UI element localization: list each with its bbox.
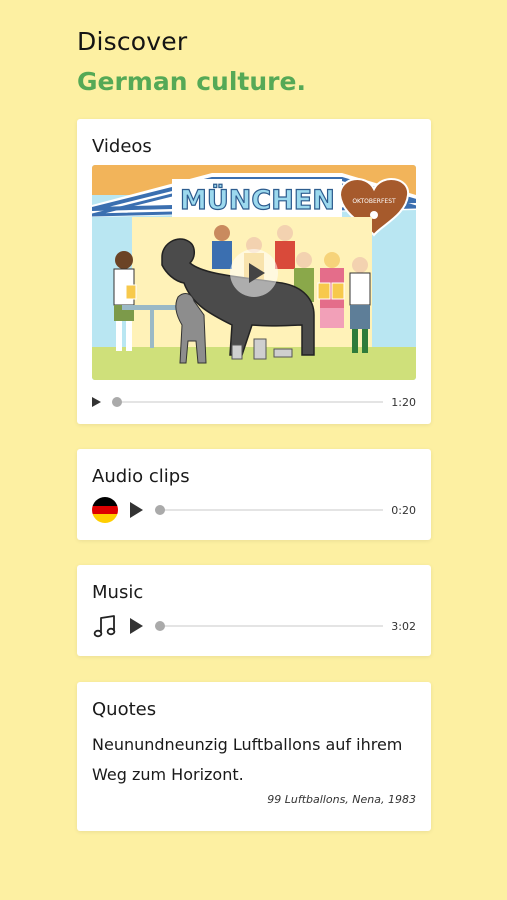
videos-card: Videos MÜNCHEN OKTOBERFEST 1:20 xyxy=(77,119,431,424)
page-header: Discover German culture. xyxy=(77,26,306,98)
videos-title: Videos xyxy=(92,136,152,157)
music-title: Music xyxy=(92,582,144,603)
heart-label: OKTOBERFEST xyxy=(352,198,396,205)
video-thumbnail[interactable]: MÜNCHEN OKTOBERFEST xyxy=(92,165,416,380)
music-player-controls: 3:02 xyxy=(92,611,416,641)
audio-progress-knob[interactable] xyxy=(155,505,165,515)
video-play-overlay-button[interactable] xyxy=(230,249,278,297)
play-icon[interactable] xyxy=(130,618,143,634)
play-icon[interactable] xyxy=(130,502,143,518)
video-progress-track[interactable] xyxy=(112,397,384,407)
page-title: Discover xyxy=(77,27,188,56)
play-icon[interactable] xyxy=(92,397,101,407)
quote-source: 99 Luftballons, Nena, 1983 xyxy=(267,793,416,806)
germany-flag-icon xyxy=(92,497,118,523)
quotes-title: Quotes xyxy=(92,699,157,720)
munich-sign: MÜNCHEN xyxy=(180,183,335,216)
video-player-controls: 1:20 xyxy=(92,387,416,417)
quote-text: Neunundneunzig Luftballons auf ihrem Weg… xyxy=(92,735,403,784)
audio-clips-card: Audio clips 0:20 xyxy=(77,449,431,540)
audio-player-controls: 0:20 xyxy=(92,495,416,525)
audio-duration: 0:20 xyxy=(391,503,416,517)
music-note-icon xyxy=(93,615,116,638)
music-progress-knob[interactable] xyxy=(155,621,165,631)
video-progress-knob[interactable] xyxy=(112,397,122,407)
audio-clips-title: Audio clips xyxy=(92,466,190,487)
quotes-card: Quotes Neunundneunzig Luftballons auf ih… xyxy=(77,682,431,831)
video-duration: 1:20 xyxy=(391,395,416,409)
music-duration: 3:02 xyxy=(391,619,416,633)
audio-progress-track[interactable] xyxy=(155,505,384,515)
music-progress-track[interactable] xyxy=(155,621,384,631)
music-card: Music 3:02 xyxy=(77,565,431,656)
page-subtitle: German culture. xyxy=(77,67,306,96)
